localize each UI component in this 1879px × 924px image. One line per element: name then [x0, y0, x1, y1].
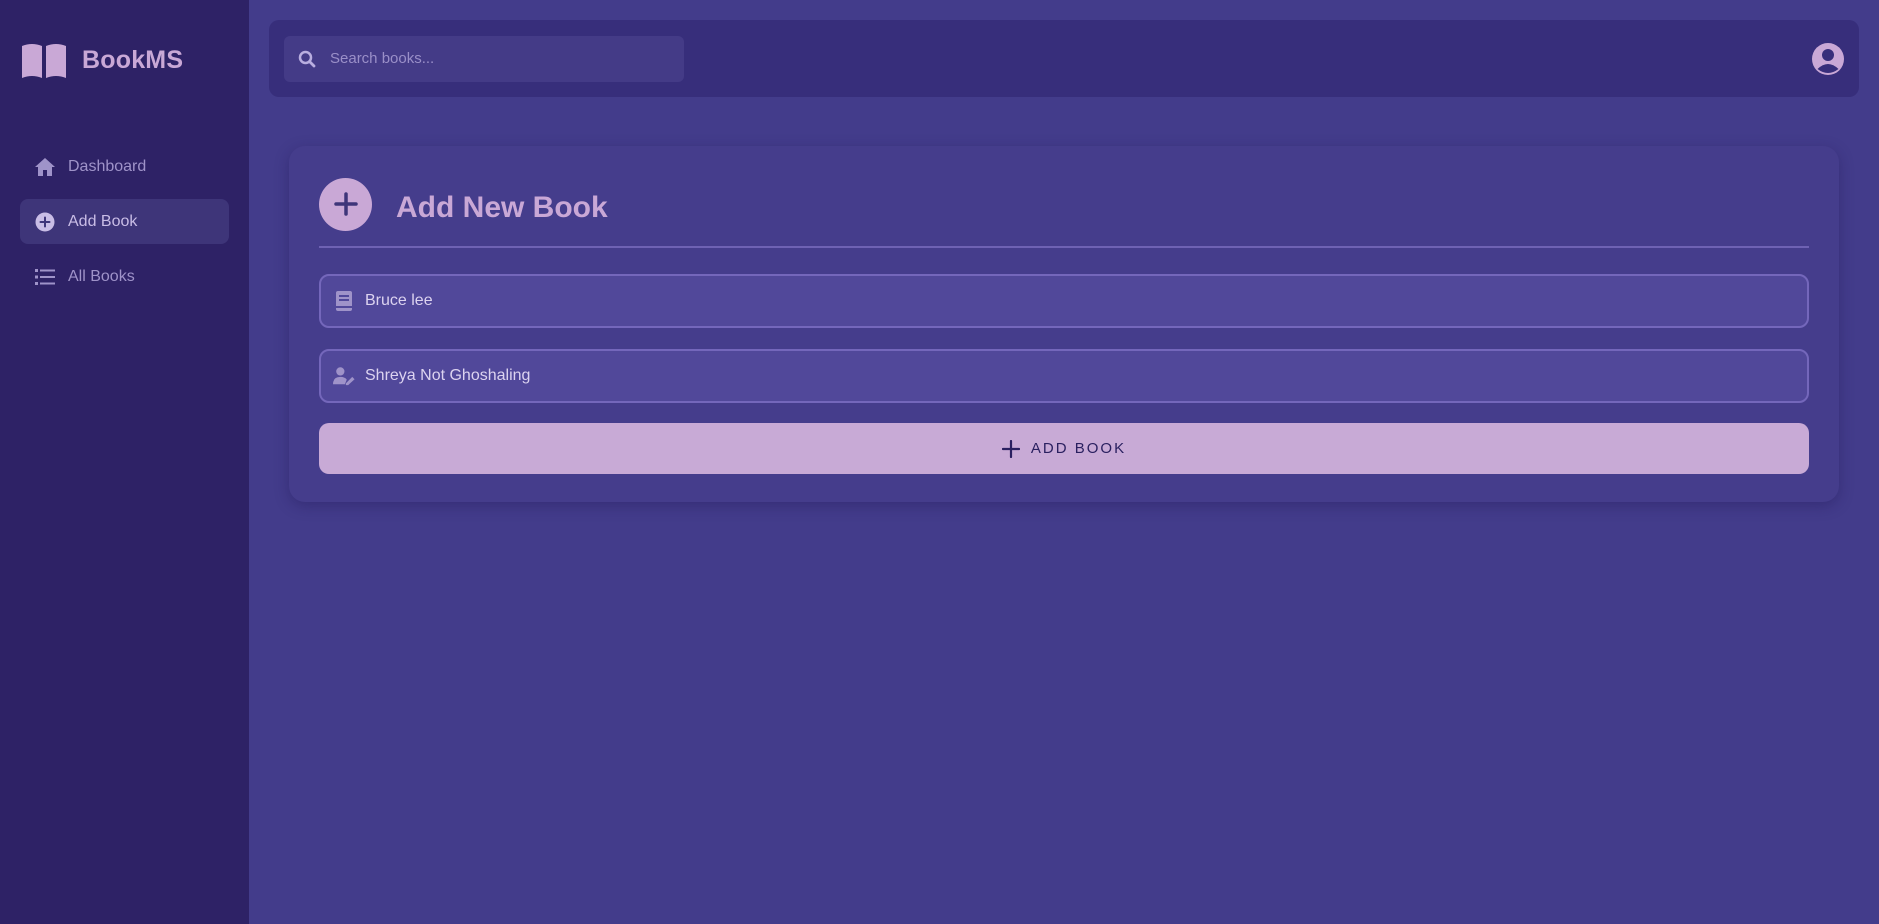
sidebar-item-dashboard[interactable]: Dashboard	[20, 144, 229, 189]
book-icon	[333, 290, 355, 312]
sidebar-item-label: Dashboard	[68, 157, 147, 175]
add-book-button-label: ADD BOOK	[1030, 440, 1127, 457]
sidebar: BookMS Dashboard Add Book All Books	[0, 0, 249, 924]
sidebar-item-label: Add Book	[68, 212, 138, 230]
card-header: Add New Book	[319, 176, 1809, 232]
main-content: Add New Book	[249, 0, 1879, 924]
plus-circle-icon	[34, 211, 56, 233]
author-input[interactable]	[365, 367, 1807, 385]
book-title-input[interactable]	[365, 292, 1807, 310]
user-pen-icon	[333, 365, 355, 387]
list-icon	[34, 266, 56, 288]
book-title-field[interactable]	[319, 274, 1809, 328]
search-input[interactable]	[330, 50, 684, 67]
plus-icon	[319, 177, 372, 231]
page-title: Add New Book	[396, 191, 608, 224]
author-field[interactable]	[319, 349, 1809, 403]
app-root: BookMS Dashboard Add Book All Books Sear…	[0, 0, 1879, 924]
add-book-button[interactable]: ADD BOOK	[319, 423, 1809, 474]
plus-icon	[1001, 439, 1020, 458]
search-icon	[298, 50, 316, 67]
home-icon	[34, 156, 56, 178]
sidebar-item-add-book[interactable]: Add Book	[20, 199, 229, 244]
brand-name: BookMS	[82, 45, 184, 74]
divider	[319, 246, 1809, 248]
brand[interactable]: BookMS	[20, 20, 229, 100]
topbar	[269, 20, 1859, 97]
sidebar-item-label: All Books	[68, 267, 135, 285]
open-book-icon	[22, 44, 66, 78]
user-avatar-icon[interactable]	[1811, 42, 1845, 76]
add-book-card: Add New Book Bruce lee Shreya Not Ghosha…	[289, 146, 1839, 502]
sidebar-item-all-books[interactable]: All Books	[20, 254, 229, 299]
search-box[interactable]	[284, 35, 684, 82]
